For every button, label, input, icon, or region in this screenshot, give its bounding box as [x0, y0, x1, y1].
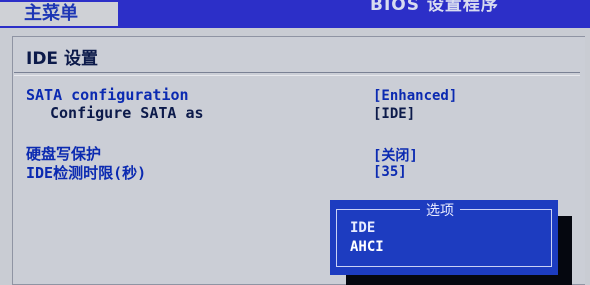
- popup-option-ide[interactable]: IDE: [350, 220, 375, 236]
- popup-option-ahci[interactable]: AHCI: [350, 239, 384, 255]
- setting-label-hdd-write-protect[interactable]: 硬盘写保护: [26, 143, 101, 164]
- setting-value-configure-sata-as[interactable]: [IDE]: [373, 106, 415, 122]
- setting-label-ide-detect-timeout[interactable]: IDE检测时限(秒): [26, 162, 146, 183]
- bios-setup-title: BIOS 设置程序: [370, 0, 499, 15]
- setting-value-sata-configuration[interactable]: [Enhanced]: [373, 88, 457, 104]
- setting-label-configure-sata-as[interactable]: Configure SATA as: [50, 104, 204, 122]
- tab-main-menu[interactable]: 主菜单: [0, 2, 118, 26]
- options-popup-title: 选项: [420, 200, 460, 220]
- section-title: IDE 设置: [26, 49, 98, 69]
- setting-label-sata-configuration[interactable]: SATA configuration: [26, 86, 189, 104]
- section-divider: [14, 72, 580, 73]
- setting-value-hdd-write-protect[interactable]: [关闭]: [373, 145, 418, 165]
- section-divider-highlight: [14, 75, 580, 76]
- setting-value-ide-detect-timeout[interactable]: [35]: [373, 164, 407, 180]
